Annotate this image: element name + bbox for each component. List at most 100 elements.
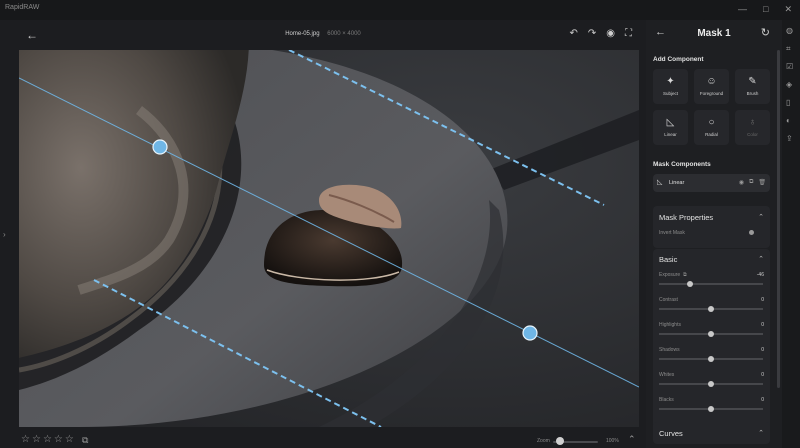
reset-icon[interactable]: ↻ (761, 26, 770, 39)
maximize-icon[interactable]: □ (763, 3, 768, 15)
duplicate-icon[interactable]: ⧉ (749, 179, 753, 186)
mask-panel: ← Mask 1 ↻ Add Component ✦ Subject ☺ For… (646, 20, 782, 448)
component-label: Linear (664, 132, 677, 137)
zoom-label: Zoom (537, 438, 550, 444)
file-dimensions: 6000 × 4000 (327, 31, 361, 37)
mask-component-tools: ◉ ⧉ 🗑 (739, 179, 766, 186)
curves-card: Curves ⌃ (653, 422, 770, 444)
star-icon[interactable]: ☆ (32, 434, 41, 445)
window-controls: — □ ✕ (738, 3, 792, 15)
eye-icon[interactable]: ◉ (739, 179, 744, 186)
invert-mask-toggle[interactable] (749, 230, 754, 235)
panel-header: ← Mask 1 ↻ (646, 20, 782, 48)
slider-value: 0 (761, 322, 764, 328)
mask-component-label: Linear (669, 180, 685, 186)
trash-icon[interactable]: 🗑 (758, 179, 766, 186)
copy-icon[interactable]: ⧉ (683, 272, 687, 278)
mask-icon[interactable]: ◐ (786, 116, 791, 125)
bottom-bar: ☆ ☆ ☆ ☆ ☆ ⧉ Zoom 100% ⌃ (0, 432, 646, 448)
linear-gradient-icon: ◺ (657, 179, 663, 186)
fullscreen-icon[interactable]: ⛶ (625, 28, 632, 39)
clipboard-icon[interactable]: ▯ (786, 98, 790, 107)
export-icon[interactable]: ⇪ (786, 134, 793, 143)
slider-thumb[interactable] (708, 356, 714, 362)
undo-icon[interactable]: ↶ (569, 28, 577, 39)
copy-icon[interactable]: ⧉ (82, 435, 88, 446)
app-name: RapidRAW (5, 4, 40, 11)
star-icon[interactable]: ☆ (65, 434, 74, 445)
tool-rail: ◍ ⌗ ☑ ◈ ▯ ◐ ⇪ (782, 20, 800, 448)
title-bar: RapidRAW — □ ✕ (0, 0, 800, 20)
component-label: Foreground (699, 91, 724, 96)
editor-toolbar: ← Home-05.jpg 6000 × 4000 ↶ ↷ ◉ ⛶ (0, 20, 646, 50)
sparkle-icon: ✦ (666, 76, 675, 87)
checklist-icon[interactable]: ☑ (786, 62, 793, 71)
zoom-slider-thumb[interactable] (555, 437, 564, 445)
slider-label: Blacks (659, 397, 674, 403)
person-icon: ☺ (706, 76, 717, 87)
circle-icon: ○ (708, 117, 715, 128)
basic-card: Basic ⌃ Exposure ⧉ -46 Contrast 0 Highlights 0… (653, 249, 770, 435)
slider-label: Shadows (659, 347, 680, 353)
adjust-icon[interactable]: ◍ (786, 26, 793, 35)
add-component-title: Add Component (653, 56, 704, 63)
file-name: Home-05.jpg (285, 31, 320, 37)
chevron-up-icon[interactable]: ⌃ (628, 434, 636, 445)
zoom-value: 100% (606, 438, 619, 444)
component-brush-button[interactable]: ✎ Brush (735, 69, 770, 104)
mask-components-title: Mask Components (653, 161, 711, 168)
slider-thumb[interactable] (708, 306, 714, 312)
mask-properties-title[interactable]: Mask Properties (659, 213, 713, 222)
component-foreground-button[interactable]: ☺ Foreground (694, 69, 729, 104)
slider-label: Exposure ⧉ (659, 272, 687, 278)
component-label: Brush (746, 91, 759, 96)
close-icon[interactable]: ✕ (784, 3, 792, 15)
slider-value: 0 (761, 397, 764, 403)
slider-value: 0 (761, 372, 764, 378)
curves-title[interactable]: Curves (659, 429, 683, 438)
slider-value: -46 (756, 272, 764, 278)
chevron-up-icon[interactable]: ⌃ (758, 213, 764, 221)
mask-handle-start[interactable] (152, 139, 168, 155)
slider-thumb[interactable] (708, 406, 714, 412)
component-linear-button[interactable]: ◺ Linear (653, 110, 688, 145)
chevron-right-icon[interactable]: › (3, 230, 6, 239)
component-subject-button[interactable]: ✦ Subject (653, 69, 688, 104)
drop-icon: ♁ (748, 117, 757, 128)
slider-thumb[interactable] (687, 281, 694, 287)
slider-value: 0 (761, 297, 764, 303)
panel-scrollbar[interactable] (777, 50, 780, 388)
component-label: Color (747, 132, 758, 137)
star-icon[interactable]: ☆ (21, 434, 30, 445)
rating-stars: ☆ ☆ ☆ ☆ ☆ (21, 434, 74, 445)
slider-track[interactable] (659, 283, 763, 285)
slider-label: Contrast (659, 297, 678, 303)
slider-thumb[interactable] (708, 381, 714, 387)
add-component-grid: ✦ Subject ☺ Foreground ✎ Brush ◺ Linear … (653, 69, 771, 145)
slider-value: 0 (761, 347, 764, 353)
crop-icon[interactable]: ⌗ (786, 44, 791, 54)
basic-title[interactable]: Basic (659, 255, 677, 264)
eye-icon[interactable]: ◉ (606, 28, 615, 39)
star-icon[interactable]: ☆ (43, 434, 52, 445)
slider-thumb[interactable] (708, 331, 714, 337)
slider-label: Highlights (659, 322, 681, 328)
redo-icon[interactable]: ↷ (588, 28, 596, 39)
chevron-up-icon[interactable]: ⌃ (758, 429, 764, 437)
mask-component-item[interactable]: ◺ Linear ◉ ⧉ 🗑 (653, 174, 770, 192)
slider-label: Whites (659, 372, 675, 378)
minimize-icon[interactable]: — (738, 3, 747, 15)
linear-gradient-icon: ◺ (666, 117, 675, 128)
star-icon[interactable]: ☆ (54, 434, 63, 445)
component-label: Radial (705, 132, 718, 137)
photo-preview[interactable] (19, 50, 639, 427)
top-tools: ↶ ↷ ◉ ⛶ (569, 28, 632, 39)
component-color-button[interactable]: ♁ Color (735, 110, 770, 145)
invert-mask-label: Invert Mask (659, 230, 685, 236)
brush-icon: ✎ (748, 76, 757, 87)
component-radial-button[interactable]: ○ Radial (694, 110, 729, 145)
layers-icon[interactable]: ◈ (786, 80, 792, 89)
chevron-up-icon[interactable]: ⌃ (758, 255, 764, 263)
image-canvas[interactable] (19, 50, 639, 427)
mask-handle-end[interactable] (522, 325, 538, 341)
